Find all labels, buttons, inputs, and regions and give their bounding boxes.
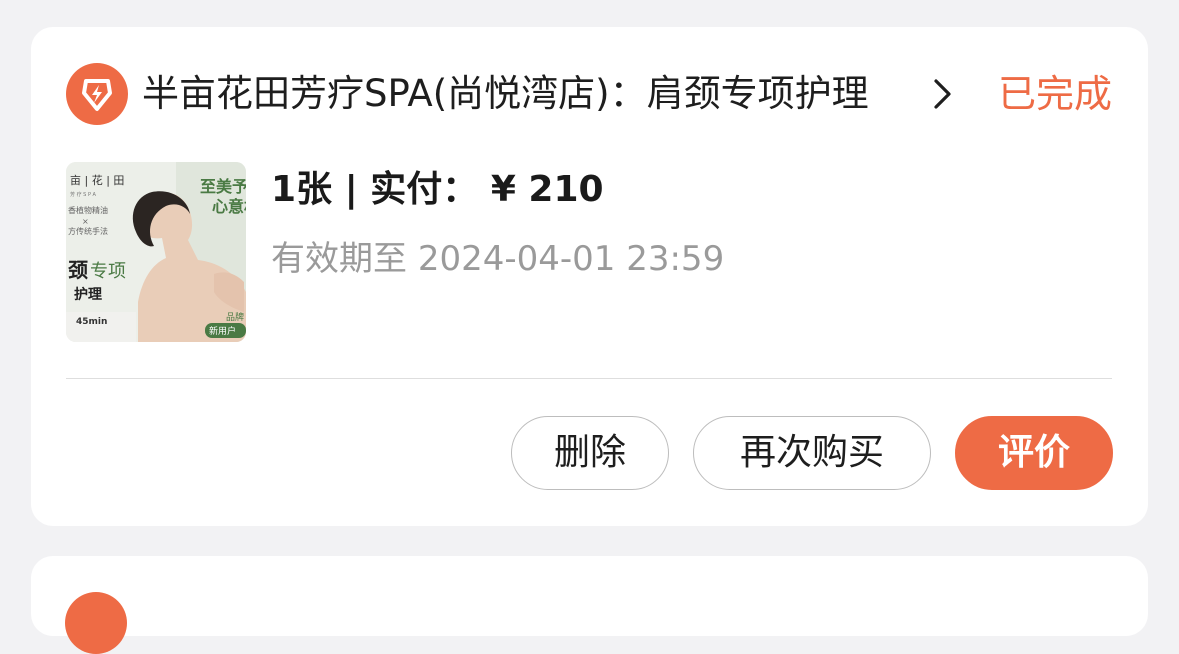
delete-button[interactable]: 删除 — [511, 416, 669, 490]
rebuy-button[interactable]: 再次购买 — [693, 416, 931, 490]
divider — [66, 378, 1112, 379]
thumb-new-user-tag: 新用户 — [209, 325, 236, 337]
shop-logo-icon — [65, 592, 127, 654]
thumb-brand-tag: 品牌 — [226, 311, 244, 323]
thumb-headline-1: 至美予你 — [200, 177, 246, 196]
order-status: 已完成 — [997, 72, 1112, 116]
thumb-line3: 方传统手法 — [68, 226, 108, 236]
order-card: 半亩花田芳疗SPA(尚悦湾店)：肩颈专项护理 已完成 亩 | 花 | 田 芳 疗… — [31, 27, 1148, 526]
shop-logo-lightning-icon — [66, 63, 128, 125]
product-thumbnail[interactable]: 亩 | 花 | 田 芳 疗 S P A 香植物精油 × 方传统手法 至美予你 心… — [66, 162, 246, 342]
quantity-price: 1张 | 实付： ¥ 210 — [271, 166, 604, 214]
expiry-label: 有效期至 — [271, 239, 407, 279]
chevron-right-icon[interactable] — [928, 77, 956, 111]
review-button[interactable]: 评价 — [955, 416, 1113, 490]
thumb-duration: 45min — [76, 317, 107, 327]
shop-name[interactable]: 半亩花田芳疗SPA(尚悦湾店)：肩颈专项护理 — [142, 71, 887, 117]
expiry-date: 2024-04-01 23:59 — [417, 239, 725, 279]
shop-row[interactable]: 半亩花田芳疗SPA(尚悦湾店)：肩颈专项护理 已完成 — [66, 63, 1112, 125]
quantity-label: 1张 | 实付： — [271, 169, 479, 210]
thumb-brand: 亩 | 花 | 田 — [70, 173, 124, 187]
thumb-title-line2: 护理 — [74, 286, 102, 303]
price: ¥ 210 — [490, 169, 604, 210]
next-order-card[interactable] — [31, 556, 1148, 654]
thumb-brand-sub: 芳 疗 S P A — [70, 191, 97, 198]
thumb-title-big: 颈 — [68, 258, 88, 282]
expiry: 有效期至 2024-04-01 23:59 — [271, 236, 724, 282]
thumb-line1: 香植物精油 — [68, 205, 108, 215]
thumb-headline-2: 心意相 — [212, 197, 246, 216]
thumb-title-rest: 专项 — [90, 261, 126, 282]
thumb-line2: × — [82, 217, 89, 226]
